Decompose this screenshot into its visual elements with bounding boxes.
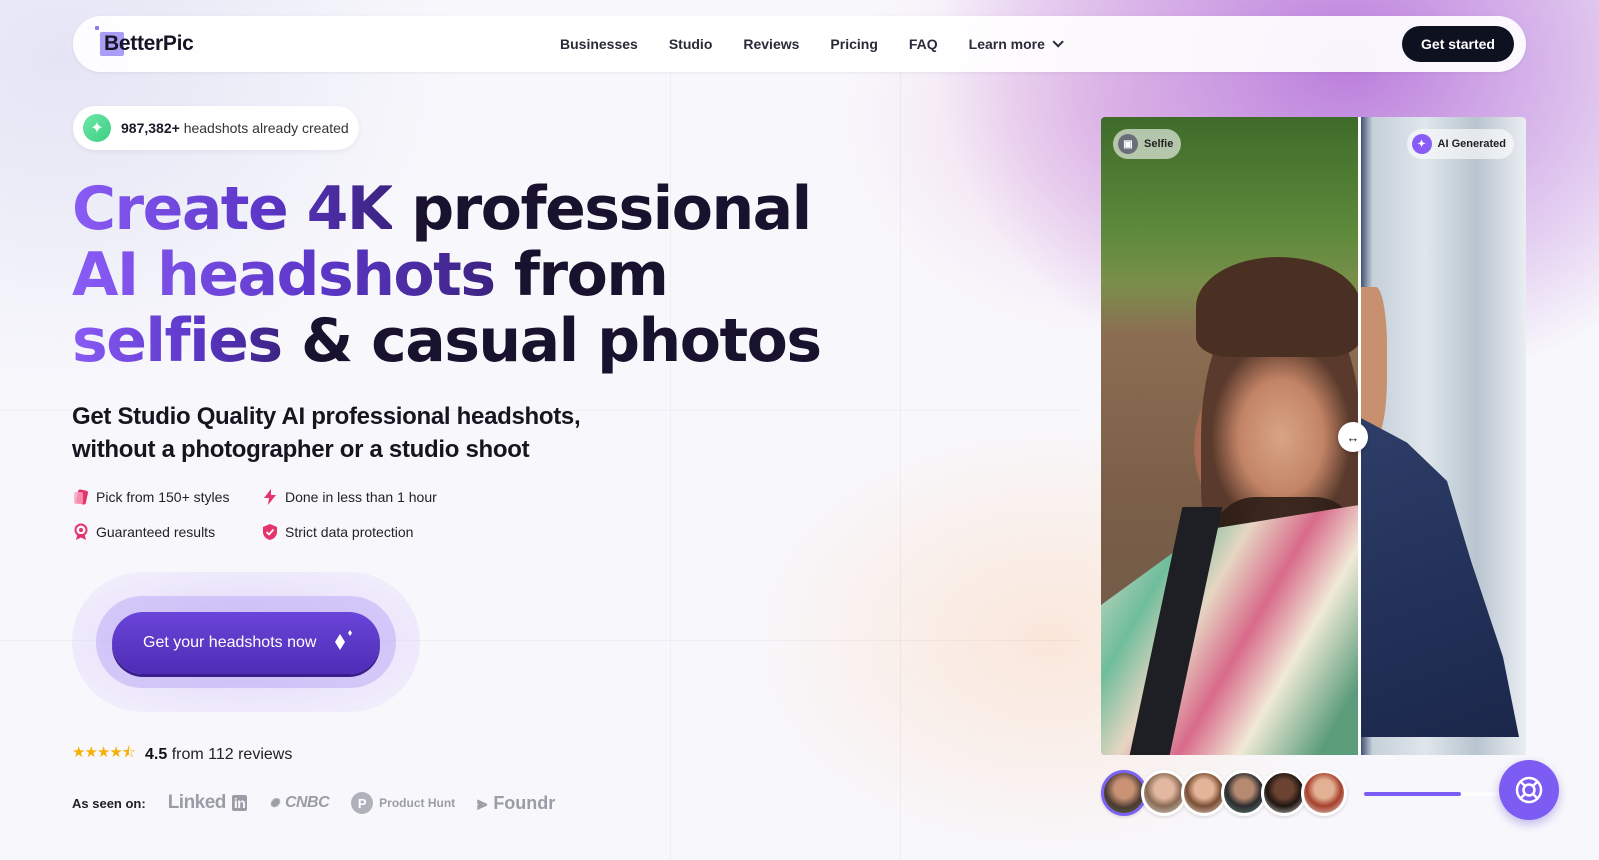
badge-count: 987,382+ (121, 120, 180, 136)
ai-generated-label-pill: ✦ AI Generated (1406, 129, 1514, 159)
nav-learn-more-dropdown[interactable]: Learn more (968, 36, 1064, 52)
peacock-icon: ✺ (269, 796, 279, 810)
press-label: As seen on: (72, 795, 146, 811)
chevron-down-icon (1052, 36, 1064, 48)
logo-dot (95, 26, 99, 30)
rating-text: 4.5 from 112 reviews (145, 746, 292, 764)
feature-list: Pick from 150+ styles Done in less than … (72, 488, 472, 541)
nav-link-studio[interactable]: Studio (669, 36, 713, 52)
feature-item: Done in less than 1 hour (261, 488, 461, 506)
get-headshots-button[interactable]: Get your headshots now (112, 612, 380, 674)
hero-subtitle: Get Studio Quality AI professional heads… (72, 403, 581, 463)
cnbc-logo[interactable]: ✺ CNBC (269, 794, 329, 812)
brand-logo[interactable]: BetterPic (95, 26, 194, 62)
ai-suit (1359, 417, 1519, 737)
lifebuoy-icon (1515, 776, 1543, 804)
feature-label: Strict data protection (285, 524, 414, 540)
press-logos: As seen on: Linked in ✺ CNBC P Product Hunt… (72, 790, 555, 816)
hero-title-highlight: selfies (72, 306, 283, 376)
badge-text: 987,382+ headshots already created (121, 120, 349, 136)
ai-generated-label: AI Generated (1437, 138, 1506, 150)
hero-title: Create 4K professional AI headshots from… (72, 176, 872, 374)
hero-title-line-3: selfies & casual photos (72, 308, 872, 374)
styles-card-icon (72, 488, 90, 506)
slider-progress-fill (1364, 792, 1461, 796)
thumbnail-avatar[interactable] (1301, 770, 1347, 816)
linkedin-word: Linked (167, 792, 227, 813)
hero-title-highlight: AI headshots (72, 240, 496, 310)
star-rating: ★★★★⯪ (72, 744, 136, 761)
nav-link-reviews[interactable]: Reviews (743, 36, 799, 52)
headshot-count-badge: ✦ 987,382+ headshots already created (73, 106, 359, 150)
feature-label: Pick from 150+ styles (96, 489, 230, 505)
example-thumbnails (1101, 770, 1347, 816)
cta-label: Get your headshots now (143, 634, 317, 651)
product-hunt-logo[interactable]: P Product Hunt (351, 792, 455, 814)
nav-link-faq[interactable]: FAQ (909, 36, 938, 52)
compare-drag-handle[interactable]: ↔ (1338, 422, 1368, 452)
lightning-icon (261, 488, 279, 506)
ai-generated-photo (1359, 117, 1526, 755)
foundr-logo[interactable]: ⫸ Foundr (477, 793, 555, 814)
product-hunt-text: Product Hunt (379, 796, 456, 810)
foundr-text: Foundr (493, 792, 556, 813)
hero-title-line-1: Create 4K professional (72, 176, 872, 242)
selfie-label: Selfie (1144, 138, 1174, 150)
selfie-photo (1101, 117, 1361, 755)
linkedin-logo[interactable]: Linked in (168, 792, 248, 814)
selfie-label-pill: ▣ Selfie (1113, 129, 1182, 159)
slider-progress (1364, 792, 1504, 796)
brand-name: BetterPic (104, 32, 194, 55)
hero-title-highlight: Create 4K (72, 174, 393, 244)
selfie-hair (1196, 257, 1361, 357)
sparkle-icon: ✦ (83, 114, 111, 142)
feature-label: Guaranteed results (96, 524, 216, 540)
before-after-compare[interactable]: ▣ Selfie ✦ AI Generated (1101, 117, 1526, 755)
badge-label: headshots already created (183, 120, 349, 136)
ai-face (1359, 287, 1387, 437)
grid-line (900, 72, 901, 860)
learn-more-label: Learn more (968, 36, 1045, 52)
award-ribbon-icon (72, 523, 90, 541)
sparkle-icon: ✦ (1411, 134, 1432, 154)
hero-title-line-2: AI headshots from (72, 242, 872, 308)
feature-label: Done in less than 1 hour (285, 489, 437, 505)
rating-summary: ★★★★⯪ 4.5 from 112 reviews (72, 742, 292, 767)
cnbc-text: CNBC (284, 794, 330, 811)
rating-score: 4.5 (145, 745, 168, 763)
foundr-icon: ⫸ (477, 792, 488, 813)
rating-review-count: from 112 reviews (171, 745, 293, 763)
sparkle-icon (335, 630, 353, 650)
product-hunt-icon: P (351, 792, 374, 814)
camera-icon: ▣ (1118, 134, 1138, 154)
top-nav: BetterPic Businesses Studio Reviews Pric… (73, 16, 1526, 72)
feature-item: Guaranteed results (72, 523, 261, 541)
nav-links: Businesses Studio Reviews Pricing FAQ Le… (560, 16, 1091, 72)
hero-title-text: & casual photos (281, 306, 822, 376)
drag-arrows-icon: ↔ (1346, 429, 1360, 445)
linkedin-box: in (231, 795, 248, 811)
help-button[interactable] (1499, 760, 1559, 820)
hero-title-text: professional (391, 174, 812, 244)
shield-check-icon (261, 523, 279, 541)
feature-item: Strict data protection (261, 523, 461, 541)
hero-title-text: from (494, 240, 669, 310)
nav-link-businesses[interactable]: Businesses (560, 36, 638, 52)
get-started-button[interactable]: Get started (1402, 26, 1514, 62)
feature-item: Pick from 150+ styles (72, 488, 261, 506)
nav-link-pricing[interactable]: Pricing (830, 36, 877, 52)
